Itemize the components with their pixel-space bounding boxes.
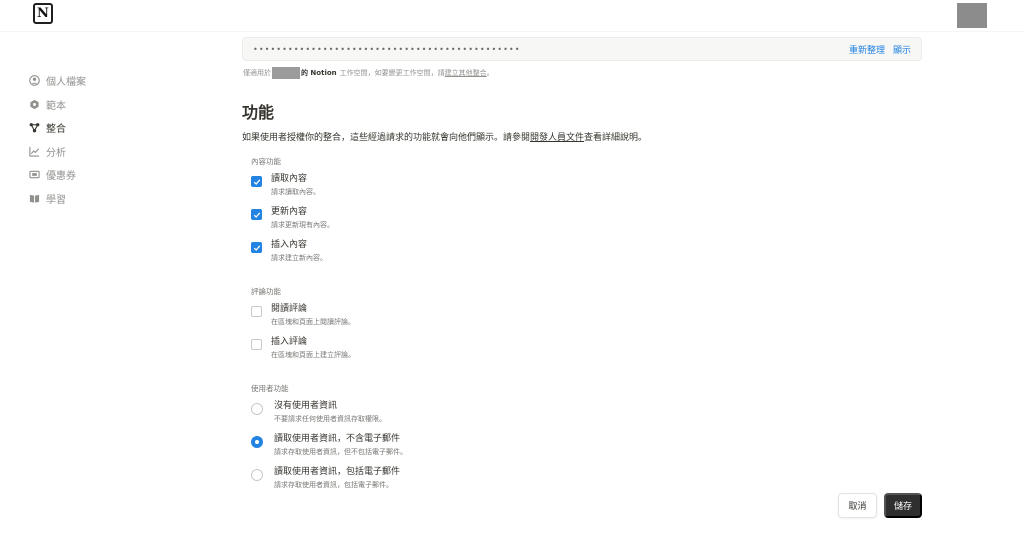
option-title: 更新內容 — [271, 207, 308, 217]
cancel-button[interactable]: 取消 — [838, 493, 877, 518]
option-title: 沒有使用者資訊 — [274, 401, 338, 411]
option-subtitle: 請求建立新內容。 — [271, 254, 327, 262]
developer-docs-link[interactable]: 開發人員文件 — [530, 133, 584, 143]
notion-logo-icon[interactable]: N — [33, 3, 53, 24]
template-icon — [28, 98, 40, 110]
sidebar-item-label: 優惠券 — [46, 171, 76, 183]
option-subtitle: 在區塊和頁面上閱讀評論。 — [271, 318, 355, 326]
capabilities-description: 如果使用者授權你的整合，這些經過請求的功能就會向他們顯示。請參閱開發人員文件查看… — [242, 130, 922, 143]
sidebar-item-coupons[interactable]: 優惠券 — [28, 163, 208, 187]
option-title: 讀取使用者資訊，包括電子郵件 — [274, 467, 401, 477]
sidebar-item-label: 範本 — [46, 100, 66, 112]
group-label: 評論功能 — [251, 287, 281, 296]
read-content-option[interactable]: 讀取內容 請求讀取內容。 — [251, 173, 922, 206]
secret-token-value: ••••••••••••••••••••••••••••••••••••••••… — [253, 44, 521, 54]
sidebar-item-label: 整合 — [46, 124, 66, 136]
note-brand: 的 Notion — [301, 69, 337, 77]
user-info-with-email-option[interactable]: 讀取使用者資訊，包括電子郵件 請求存取使用者資訊，包括電子郵件。 — [251, 466, 922, 499]
note-suffix: 。 — [486, 69, 494, 77]
radio-unselected-icon[interactable] — [251, 469, 263, 481]
sidebar-item-label: 學習 — [46, 194, 66, 206]
redacted-workspace-name — [272, 67, 300, 79]
create-integration-link[interactable]: 建立其他整合 — [445, 68, 487, 78]
sidebar: 個人檔案 範本 整合 分析 優惠券 學習 — [28, 69, 208, 210]
checkbox-unchecked-icon[interactable] — [251, 306, 262, 317]
user-capabilities-group: 使用者功能 沒有使用者資訊 不要請求任何使用者資訊存取權限。 讀取使用者資訊，不… — [251, 383, 922, 499]
top-bar: N — [0, 0, 1024, 32]
option-subtitle: 不要請求任何使用者資訊存取權限。 — [274, 415, 386, 423]
checkbox-checked-icon[interactable] — [251, 209, 262, 220]
option-title: 閱讀評論 — [271, 304, 308, 314]
content-capabilities-group: 內容功能 讀取內容 請求讀取內容。 更新內容 請求更新現有內容。 插入內容 請求… — [251, 156, 922, 272]
option-subtitle: 請求讀取內容。 — [271, 188, 320, 196]
integration-settings: ••••••••••••••••••••••••••••••••••••••••… — [242, 37, 922, 499]
option-title: 插入內容 — [271, 240, 308, 250]
sidebar-item-learn[interactable]: 學習 — [28, 187, 208, 211]
option-title: 讀取使用者資訊，不含電子郵件 — [274, 434, 401, 444]
sidebar-item-analytics[interactable]: 分析 — [28, 140, 208, 164]
group-label: 使用者功能 — [251, 384, 289, 393]
option-subtitle: 在區塊和頁面上建立評論。 — [271, 351, 355, 359]
description-suffix: 查看詳細說明。 — [584, 133, 648, 143]
note-middle: 工作空間，如要變更工作空間，請 — [339, 69, 445, 77]
secret-token-field[interactable]: ••••••••••••••••••••••••••••••••••••••••… — [242, 37, 922, 61]
sidebar-item-label: 個人檔案 — [46, 77, 86, 89]
radio-selected-icon[interactable] — [251, 436, 263, 448]
insert-comments-option[interactable]: 插入評論 在區塊和頁面上建立評論。 — [251, 336, 922, 369]
capabilities-heading: 功能 — [242, 103, 275, 122]
sidebar-item-templates[interactable]: 範本 — [28, 93, 208, 117]
save-button[interactable]: 儲存 — [884, 493, 922, 518]
checkbox-checked-icon[interactable] — [251, 176, 262, 187]
refresh-button[interactable]: 重新整理 — [849, 43, 885, 56]
radio-unselected-icon[interactable] — [251, 403, 263, 415]
description-text: 如果使用者授權你的整合，這些經過請求的功能就會向他們顯示。請參閱 — [242, 133, 531, 143]
note-prefix: 僅適用於 — [243, 69, 271, 77]
read-comments-option[interactable]: 閱讀評論 在區塊和頁面上閱讀評論。 — [251, 303, 922, 336]
checkbox-checked-icon[interactable] — [251, 242, 262, 253]
sidebar-item-integrations[interactable]: 整合 — [28, 116, 208, 140]
chart-icon — [28, 145, 40, 157]
option-title: 插入評論 — [271, 337, 308, 347]
insert-content-option[interactable]: 插入內容 請求建立新內容。 — [251, 239, 922, 272]
comment-capabilities-group: 評論功能 閱讀評論 在區塊和頁面上閱讀評論。 插入評論 在區塊和頁面上建立評論。 — [251, 286, 922, 369]
group-label: 內容功能 — [251, 157, 281, 166]
integration-icon — [28, 122, 40, 134]
user-circle-icon — [28, 75, 40, 87]
option-title: 讀取內容 — [271, 174, 308, 184]
option-subtitle: 請求更新現有內容。 — [271, 221, 334, 229]
no-user-info-option[interactable]: 沒有使用者資訊 不要請求任何使用者資訊存取權限。 — [251, 400, 922, 433]
sidebar-item-profile[interactable]: 個人檔案 — [28, 69, 208, 93]
workspace-note: 僅適用於 的 Notion 工作空間，如要變更工作空間，請 建立其他整合 。 — [242, 67, 922, 79]
option-subtitle: 請求存取使用者資訊，包括電子郵件。 — [274, 481, 393, 489]
user-info-without-email-option[interactable]: 讀取使用者資訊，不含電子郵件 請求存取使用者資訊，但不包括電子郵件。 — [251, 433, 922, 466]
sidebar-item-label: 分析 — [46, 147, 66, 159]
show-button[interactable]: 顯示 — [893, 43, 911, 56]
book-icon — [28, 192, 40, 204]
update-content-option[interactable]: 更新內容 請求更新現有內容。 — [251, 206, 922, 239]
avatar[interactable] — [957, 3, 987, 28]
checkbox-unchecked-icon[interactable] — [251, 339, 262, 350]
option-subtitle: 請求存取使用者資訊，但不包括電子郵件。 — [274, 448, 407, 456]
ticket-icon — [28, 169, 40, 181]
